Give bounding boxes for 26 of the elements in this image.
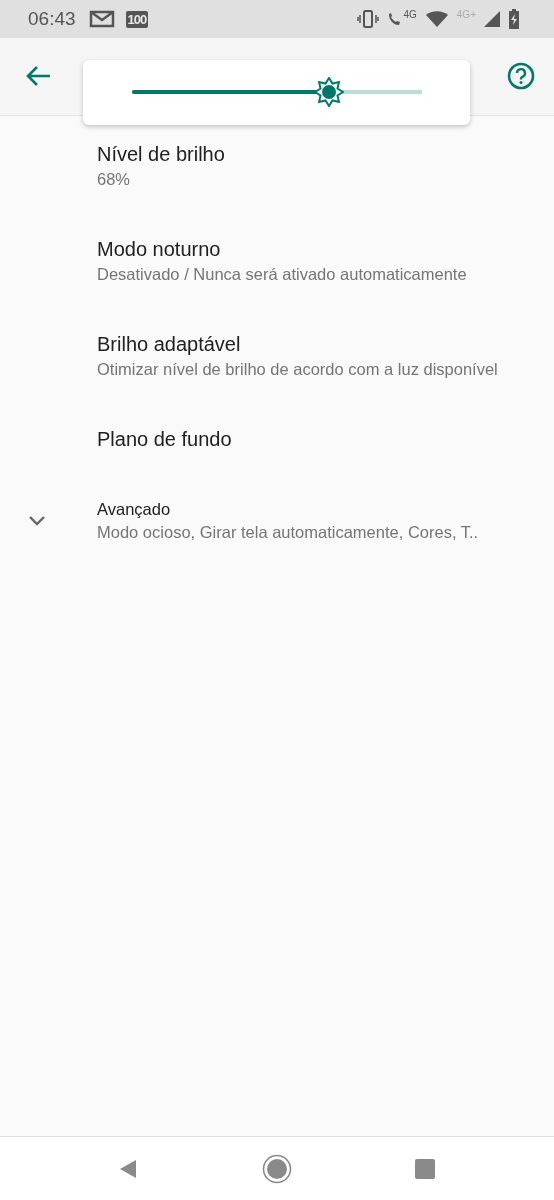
item-summary: Modo ocioso, Girar tela automaticamente, Cores, T..: [97, 522, 479, 543]
signal-icon: [484, 11, 500, 27]
settings-item[interactable]: Brilho adaptável Otimizar nível de brilho de acordo com a luz disponível: [0, 308, 554, 403]
status-time: 06:43: [28, 8, 76, 30]
vibrate-icon: [357, 9, 380, 29]
item-title: Brilho adaptável: [97, 332, 242, 357]
recents-nav-icon[interactable]: [414, 1157, 436, 1180]
settings-item[interactable]: Plano de fundo: [0, 403, 554, 475]
item-summary: Desativado / Nunca será ativado automaticamente: [97, 264, 467, 285]
home-nav-icon[interactable]: [261, 1153, 292, 1184]
network-label: 4G: [403, 9, 417, 20]
notification-badge: 100: [125, 10, 149, 28]
back-arrow-icon[interactable]: [26, 65, 52, 87]
settings-item[interactable]: Avançado Modo ocioso, Girar tela automaticamente, Cores, T..: [0, 475, 554, 566]
item-title: Avançado: [97, 499, 172, 520]
battery-charging-icon: [508, 9, 520, 29]
item-summary: Otimizar nível de brilho de acordo com a luz disponível: [97, 359, 498, 380]
sun-thumb-icon[interactable]: [314, 77, 345, 107]
item-title: Modo noturno: [97, 237, 222, 262]
item-title: Plano de fundo: [97, 427, 232, 452]
item-title: Nível de brilho: [97, 142, 225, 167]
item-summary: 68%: [97, 169, 132, 190]
help-icon[interactable]: [507, 62, 535, 90]
phone-icon: [387, 11, 402, 27]
settings-item[interactable]: Modo noturno Desativado / Nunca será ativado automaticamente: [0, 213, 554, 308]
wifi-icon: [424, 10, 449, 28]
